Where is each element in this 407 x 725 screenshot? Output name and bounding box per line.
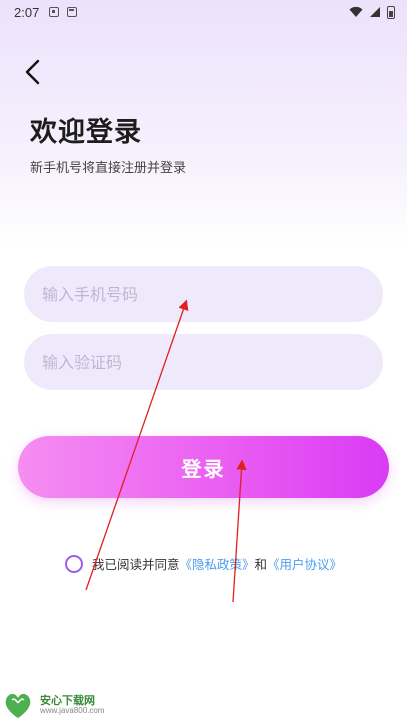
status-bar: 2:07 <box>0 0 407 24</box>
chevron-left-icon <box>25 59 40 85</box>
wifi-icon <box>349 6 363 17</box>
login-button[interactable]: 登录 <box>18 436 389 498</box>
agreement-conjunction: 和 <box>254 557 268 572</box>
agreement-prefix: 我已阅读并同意 <box>91 557 180 572</box>
signal-icon <box>370 7 380 17</box>
back-button[interactable] <box>18 56 48 88</box>
status-icons <box>349 5 395 19</box>
watermark-url: www.java800.com <box>40 705 105 715</box>
watermark: 安心下载网 www.java800.com <box>2 690 104 720</box>
notification-photo-icon <box>49 7 60 17</box>
page-title: 欢迎登录 <box>30 117 142 148</box>
verification-code-input[interactable] <box>24 334 383 390</box>
phone-input[interactable] <box>24 266 383 322</box>
page-subtitle: 新手机号将直接注册并登录 <box>30 161 187 176</box>
privacy-policy-link[interactable]: 《隐私政策》 <box>179 554 254 573</box>
watermark-title: 安心下载网 <box>40 693 95 707</box>
battery-icon <box>387 5 395 19</box>
status-time: 2:07 <box>14 4 40 20</box>
user-agreement-link[interactable]: 《用户协议》 <box>267 554 342 573</box>
agreement-row: 我已阅读并同意 《隐私政策》 和 《用户协议》 <box>0 554 407 573</box>
agree-checkbox[interactable] <box>64 554 83 573</box>
notification-card-icon <box>67 7 78 17</box>
watermark-logo-icon <box>5 693 31 718</box>
